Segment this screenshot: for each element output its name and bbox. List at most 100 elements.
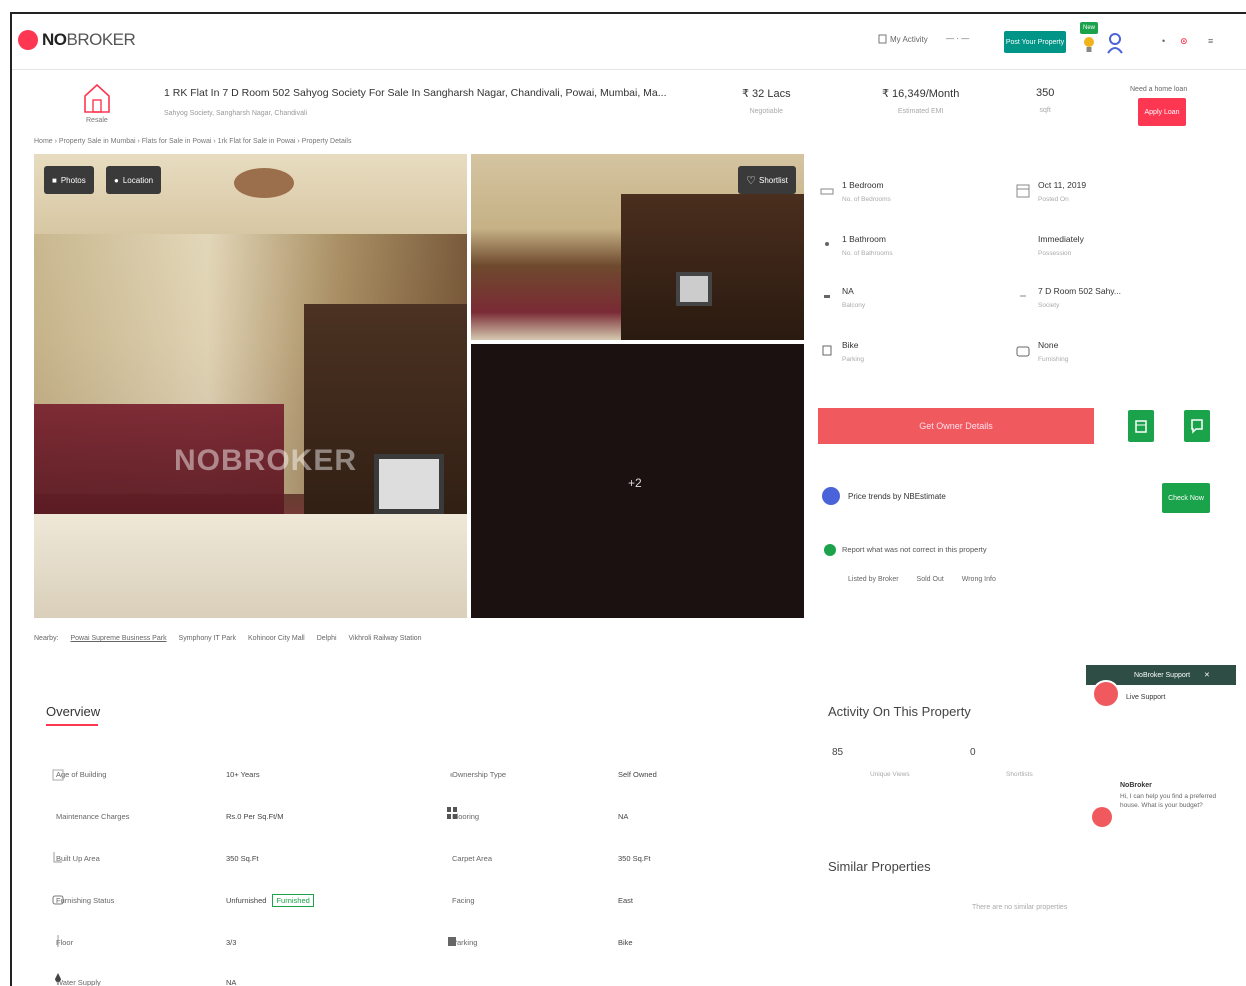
property-address: Sahyog Society, Sangharsh Nagar, Chandiv… <box>164 110 308 117</box>
photos-button[interactable]: ■ Photos <box>44 166 94 194</box>
similar-empty-text: There are no similar properties <box>972 904 1068 911</box>
similar-properties-title: Similar Properties <box>828 859 931 874</box>
price-value: ₹ 32 Lacs <box>742 88 791 100</box>
my-activity-link[interactable]: My Activity <box>878 34 928 44</box>
overview-tab-underline <box>46 724 98 726</box>
close-icon[interactable]: ✕ <box>1204 671 1210 679</box>
chat-agent-name: NoBroker <box>1120 782 1152 789</box>
live-support-label: Live Support <box>1126 694 1166 701</box>
area-value: 350 <box>1036 87 1055 99</box>
get-owner-details-button[interactable]: Get Owner Details <box>818 408 1094 444</box>
building-icon <box>1020 295 1026 297</box>
location-label: Location <box>122 175 154 185</box>
overview-value: Rs.0 Per Sq.Ft/M <box>226 812 284 821</box>
my-activity-label: My Activity <box>890 34 928 44</box>
shortlist-button[interactable]: ♡ Shortlist <box>738 166 796 194</box>
nearby-label: Nearby: <box>34 635 59 642</box>
emi-value: ₹ 16,349/Month <box>882 88 960 100</box>
chat-message: Hi, I can help you find a preferred hous… <box>1120 793 1217 809</box>
logo-text-broker: BROKER <box>66 30 136 49</box>
heart-icon: ♡ <box>746 174 756 187</box>
chat-owner-button[interactable] <box>1184 410 1210 442</box>
breadcrumb[interactable]: Home › Property Sale in Mumbai › Flats f… <box>34 138 351 145</box>
user-icon[interactable] <box>1106 32 1124 54</box>
overview-value: NA <box>226 978 237 986</box>
overview-value: 350 Sq.Ft <box>226 854 259 863</box>
menu-icon[interactable]: ≡ <box>1208 36 1213 46</box>
shortlist-label: Shortlist <box>758 175 788 185</box>
check-now-button[interactable]: Check Now <box>1162 483 1210 513</box>
nearby-item[interactable]: Vikhroli Railway Station <box>349 635 422 642</box>
overview-value: 350 Sq.Ft <box>618 854 651 863</box>
nobroker-logo[interactable]: NOBROKER <box>18 30 136 50</box>
house-icon <box>84 83 110 113</box>
price-trend-icon <box>822 487 840 505</box>
nearby-item[interactable]: Delphi <box>317 635 337 642</box>
furnished-tag: Furnished <box>272 894 314 907</box>
nearby-item[interactable]: Symphony IT Park <box>179 635 236 642</box>
overview-value: East <box>618 896 634 905</box>
apply-loan-button[interactable]: Apply Loan <box>1138 98 1186 126</box>
parking-icon <box>448 937 456 946</box>
overview-value: 10+ Years <box>226 770 260 779</box>
overview-value: Unfurnished Furnished <box>226 894 314 907</box>
report-option-sold[interactable]: Sold Out <box>917 576 944 583</box>
location-button[interactable]: ● Location <box>106 166 162 194</box>
bulb-icon[interactable] <box>1083 36 1095 54</box>
price-stat: ₹ 32 Lacs Negotiable <box>742 87 791 115</box>
area-stat: 350 sqft <box>1036 87 1054 114</box>
overview-label: Carpet Area <box>452 854 493 863</box>
overview-value: Bike <box>618 938 633 947</box>
area-icon <box>53 852 62 863</box>
water-icon <box>55 973 61 982</box>
activity-title: Activity On This Property <box>828 704 971 719</box>
chat-avatar[interactable] <box>1092 807 1112 827</box>
logo-mark-icon <box>18 30 38 50</box>
overview-value: 3/3 <box>226 938 237 947</box>
nearby-item[interactable]: Kohinoor City Mall <box>248 635 305 642</box>
overview-title[interactable]: Overview <box>46 704 100 719</box>
location-pin-icon: ● <box>114 175 119 185</box>
report-text[interactable]: Report what was not correct in this prop… <box>842 545 987 554</box>
nearby-item[interactable]: Powai Supreme Business Park <box>70 635 166 642</box>
camera-icon: ■ <box>52 175 57 185</box>
header-dash-divider: — · — <box>946 34 970 43</box>
menu-dot-icon[interactable]: • <box>1162 36 1165 46</box>
price-trend-text: Price trends by NBEstimate <box>848 492 946 501</box>
detail-posted-on: Oct 11, 2019 Posted On <box>1016 180 1086 203</box>
overview-label: Ownership Type <box>452 770 507 779</box>
post-property-button[interactable]: Post Your Property <box>1004 31 1066 53</box>
overview-label: Furnishing Status <box>56 896 115 905</box>
overview-value: Self Owned <box>618 770 657 779</box>
notification-icon[interactable]: ⊙ <box>1180 36 1188 47</box>
schedule-visit-button[interactable] <box>1128 410 1154 442</box>
property-type-label: Resale <box>86 117 108 124</box>
photos-label: Photos <box>60 175 86 185</box>
calendar-icon <box>1135 420 1147 433</box>
detail-parking: Bike Parking <box>820 340 864 363</box>
detail-bathroom: 1 Bathroom No. of Bathrooms <box>820 234 893 257</box>
emi-stat: ₹ 16,349/Month Estimated EMI <box>882 87 959 115</box>
sofa-icon <box>1016 346 1030 357</box>
detail-society: 7 D Room 502 Sahy... Society <box>1016 286 1121 309</box>
report-option-broker[interactable]: Listed by Broker <box>848 576 899 583</box>
clock-icon <box>1016 236 1030 252</box>
report-options: Listed by Broker Sold Out Wrong Info <box>848 576 1012 583</box>
views-count: 85 <box>832 747 844 758</box>
message-icon <box>1191 419 1203 434</box>
calendar-icon <box>1016 184 1030 198</box>
bed-icon <box>820 188 834 195</box>
report-icon <box>824 544 836 556</box>
home-loan-label: Need a home loan <box>1130 86 1188 93</box>
logo-text-no: NO <box>42 30 67 49</box>
shortlists-label: Shortlists <box>1006 771 1033 778</box>
views-label: Unique Views <box>870 771 910 778</box>
floor-icon <box>57 935 59 947</box>
main-photo[interactable]: NOBROKER ■ Photos ● Location <box>34 154 467 618</box>
nearby-places: Nearby: Powai Supreme Business Park Symp… <box>34 635 432 642</box>
top-header: NOBROKER My Activity — · — Post Your Pro… <box>12 14 1246 70</box>
bath-icon <box>825 242 829 246</box>
emi-label: Estimated EMI <box>897 108 944 115</box>
report-option-wrong[interactable]: Wrong Info <box>962 576 996 583</box>
overview-label: Facing <box>452 896 475 905</box>
